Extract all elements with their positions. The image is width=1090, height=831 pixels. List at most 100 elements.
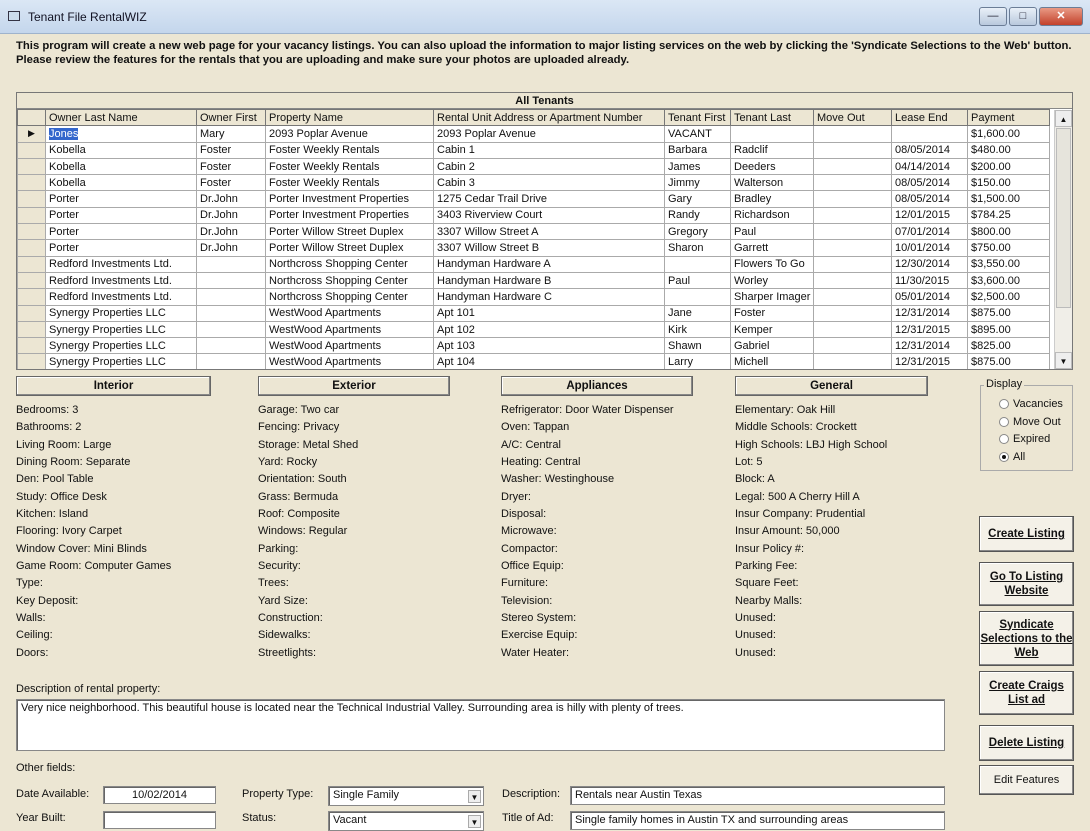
description-textarea[interactable]: Very nice neighborhood. This beautiful h… (16, 699, 945, 751)
table-cell[interactable]: Redford Investments Ltd. (45, 288, 197, 306)
table-cell[interactable]: Michell (730, 353, 814, 369)
table-row[interactable]: Porter Dr.John Porter Investment Propertie… (17, 190, 1050, 208)
table-cell[interactable]: $750.00 (967, 239, 1050, 257)
table-cell[interactable]: Foster Weekly Rentals (265, 174, 434, 192)
table-cell[interactable]: Apt 103 (433, 337, 665, 355)
column-header[interactable]: Property Name (265, 108, 434, 127)
table-cell[interactable]: $1,500.00 (967, 190, 1050, 208)
table-cell[interactable]: Foster (196, 157, 266, 176)
table-cell[interactable]: Deeders (730, 157, 814, 176)
table-cell[interactable]: Handyman Hardware C (433, 288, 665, 306)
table-cell[interactable]: Randy (664, 206, 731, 225)
tenants-table[interactable]: Owner Last Name Owner First Property Name R… (17, 108, 1050, 369)
table-cell[interactable]: Cabin 1 (433, 141, 665, 159)
row-selector[interactable] (17, 157, 46, 176)
table-cell[interactable]: 07/01/2014 (891, 223, 968, 241)
row-selector[interactable] (17, 174, 46, 192)
feature-header-appliances[interactable]: Appliances (501, 376, 693, 396)
table-cell[interactable]: Foster (730, 304, 814, 322)
year-built-input[interactable] (103, 811, 216, 829)
table-cell[interactable]: Richardson (730, 206, 814, 225)
table-cell[interactable]: WestWood Apartments (265, 353, 434, 369)
table-cell[interactable]: Kirk (664, 320, 731, 339)
table-cell[interactable] (813, 304, 892, 322)
column-header[interactable]: Owner First (196, 108, 266, 127)
column-header[interactable]: Lease End (891, 108, 968, 127)
table-cell[interactable] (813, 206, 892, 225)
table-cell[interactable]: Porter Investment Properties (265, 190, 434, 208)
table-cell[interactable] (813, 271, 892, 290)
table-row[interactable]: Synergy Properties LLC WestWood Apartment… (17, 337, 1050, 355)
row-selector[interactable] (17, 353, 46, 369)
table-cell[interactable]: WestWood Apartments (265, 320, 434, 339)
column-header[interactable]: Tenant First (664, 108, 731, 127)
table-cell[interactable]: Dr.John (196, 223, 266, 241)
table-cell[interactable]: Bradley (730, 190, 814, 208)
table-cell[interactable]: Kobella (45, 157, 197, 176)
display-option-vacancies[interactable]: Vacancies (999, 398, 1063, 410)
table-cell[interactable] (813, 174, 892, 192)
table-row[interactable]: Kobella Foster Foster Weekly Rentals Cabin … (17, 157, 1050, 176)
table-cell[interactable]: Kemper (730, 320, 814, 339)
table-cell[interactable]: Porter (45, 223, 197, 241)
table-cell[interactable]: Sharper Imager (730, 288, 814, 306)
table-cell[interactable] (196, 288, 266, 306)
feature-header-exterior[interactable]: Exterior (258, 376, 450, 396)
go-to-listing-website-button[interactable]: Go To Listing Website (979, 562, 1074, 606)
tenants-grid[interactable]: All Tenants Owner Last Name Owner First Pr… (16, 92, 1073, 370)
table-cell[interactable]: $875.00 (967, 304, 1050, 322)
table-row[interactable]: Kobella Foster Foster Weekly Rentals Cabin … (17, 174, 1050, 192)
table-cell[interactable] (813, 223, 892, 241)
table-cell[interactable]: 10/01/2014 (891, 239, 968, 257)
table-cell[interactable] (730, 125, 814, 143)
table-cell[interactable]: $895.00 (967, 320, 1050, 339)
table-cell[interactable]: 05/01/2014 (891, 288, 968, 306)
table-cell[interactable]: 3307 Willow Street B (433, 239, 665, 257)
column-header[interactable]: Tenant Last (730, 108, 814, 127)
table-cell[interactable] (196, 320, 266, 339)
table-cell[interactable]: 08/05/2014 (891, 174, 968, 192)
table-cell[interactable]: 08/05/2014 (891, 141, 968, 159)
table-cell[interactable]: Porter (45, 190, 197, 208)
table-cell[interactable]: Flowers To Go (730, 255, 814, 273)
row-selector[interactable] (17, 271, 46, 290)
table-cell[interactable]: Barbara (664, 141, 731, 159)
display-option-expired[interactable]: Expired (999, 433, 1050, 445)
table-cell[interactable] (813, 320, 892, 339)
table-cell[interactable] (813, 337, 892, 355)
display-option-all[interactable]: All (999, 451, 1025, 463)
row-selector[interactable] (17, 320, 46, 339)
table-cell[interactable]: 12/31/2014 (891, 304, 968, 322)
table-cell[interactable]: 2093 Poplar Avenue (265, 125, 434, 143)
column-header[interactable]: Move Out (813, 108, 892, 127)
property-type-select[interactable]: Single Family ▼ (328, 786, 484, 806)
table-cell[interactable]: Northcross Shopping Center (265, 255, 434, 273)
table-cell[interactable] (813, 288, 892, 306)
table-cell[interactable]: Worley (730, 271, 814, 290)
table-cell[interactable] (664, 288, 731, 306)
table-cell[interactable]: $1,600.00 (967, 125, 1050, 143)
table-cell[interactable]: Porter Willow Street Duplex (265, 223, 434, 241)
table-cell[interactable]: $480.00 (967, 141, 1050, 159)
table-cell[interactable]: WestWood Apartments (265, 337, 434, 355)
table-cell[interactable]: Handyman Hardware A (433, 255, 665, 273)
status-select[interactable]: Vacant ▼ (328, 811, 484, 831)
table-cell[interactable]: Northcross Shopping Center (265, 288, 434, 306)
grid-scrollbar[interactable]: ▲ ▼ (1054, 110, 1072, 369)
radio-icon[interactable] (999, 399, 1009, 409)
table-cell[interactable]: Porter (45, 206, 197, 225)
table-cell[interactable]: Jones (45, 125, 197, 143)
minimize-button[interactable]: — (979, 7, 1007, 26)
feature-header-general[interactable]: General (735, 376, 928, 396)
table-cell[interactable]: Cabin 2 (433, 157, 665, 176)
table-cell[interactable] (813, 255, 892, 273)
radio-icon[interactable] (999, 416, 1009, 427)
table-cell[interactable]: Walterson (730, 174, 814, 192)
syndicate-selections-to-the-web-button[interactable]: Syndicate Selections to the Web (979, 611, 1074, 666)
table-cell[interactable]: Shawn (664, 337, 731, 355)
row-selector[interactable] (17, 223, 46, 241)
table-row[interactable]: ▶ Jones Mary 2093 Poplar Avenue 2093 Poplar … (17, 125, 1050, 143)
create-listing-button[interactable]: Create Listing (979, 516, 1074, 552)
table-cell[interactable]: Northcross Shopping Center (265, 271, 434, 290)
table-cell[interactable]: $2,500.00 (967, 288, 1050, 306)
